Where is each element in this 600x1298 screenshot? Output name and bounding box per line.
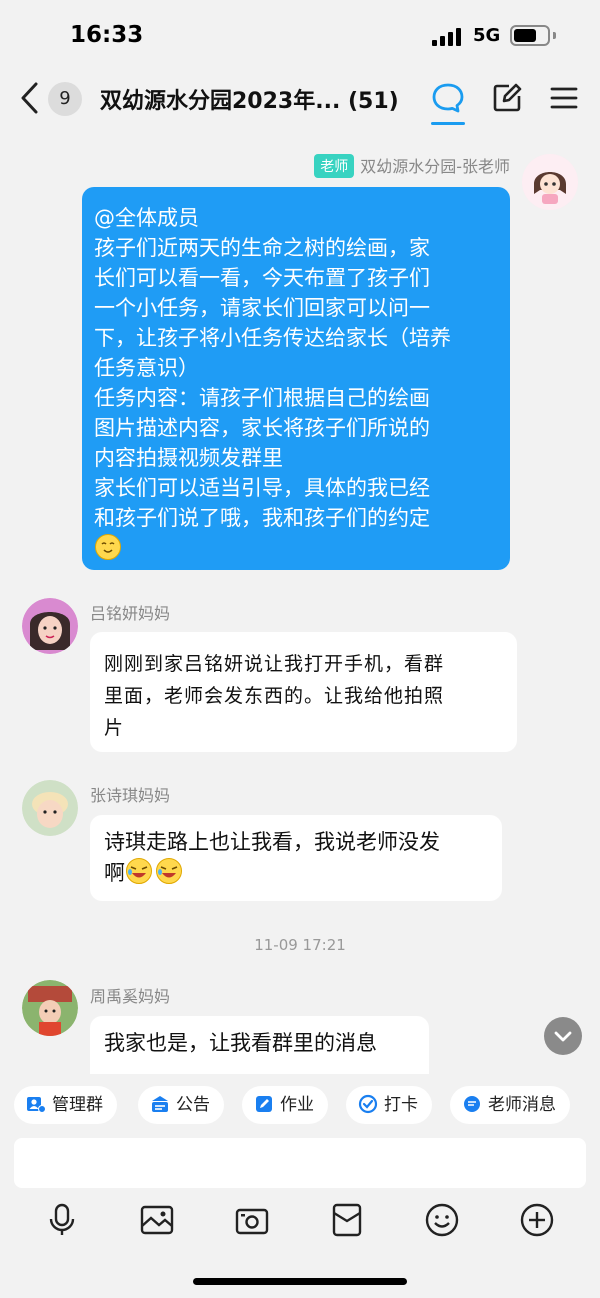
message-line: 一个小任务，请家长们回家可以问一 [94, 296, 430, 320]
message-line: 片 [104, 717, 125, 739]
message-line: 内容拍摄视频发群里 [94, 446, 283, 470]
chat-title[interactable]: 双幼源水分园2023年... (51) [100, 83, 399, 115]
role-tag: 老师 [314, 154, 355, 178]
battery-icon [510, 25, 550, 46]
chip-label: 打卡 [384, 1095, 418, 1115]
message-line: @全体成员 [94, 206, 199, 230]
message-timestamp: 11-09 17:21 [254, 936, 346, 954]
edit-icon[interactable] [489, 80, 525, 116]
message-line: 刚刚到家吕铭妍说让我打开手机，看群 [104, 653, 445, 675]
red-packet-icon[interactable] [329, 1202, 365, 1238]
active-tab-indicator [431, 122, 465, 125]
laugh-emoji-icon [126, 858, 152, 884]
message-line: 我家也是，让我看群里的消息 [104, 1031, 377, 1055]
home-indicator [193, 1278, 407, 1285]
manage-group-button[interactable]: 管理群 [14, 1086, 117, 1124]
image-icon[interactable] [139, 1202, 175, 1238]
avatar[interactable] [22, 780, 78, 836]
sender-info: 老师 双幼源水分园-张老师 [314, 153, 510, 178]
message-line: 家长们可以适当引导，具体的我已经 [94, 476, 430, 500]
announcement-button[interactable]: 公告 [138, 1086, 224, 1124]
message-bubble[interactable]: 我家也是，让我看群里的消息 [90, 1016, 429, 1074]
message-bubble[interactable]: @全体成员 孩子们近两天的生命之树的绘画，家 长们可以看一看，今天布置了孩子们 … [82, 187, 510, 570]
back-chevron-icon[interactable] [18, 80, 42, 116]
chip-label: 老师消息 [488, 1095, 556, 1115]
sender-name: 周禹奚妈妈 [90, 987, 171, 1006]
chip-label: 作业 [280, 1095, 314, 1115]
smile-emoji-icon [95, 534, 121, 560]
sender-name: 张诗琪妈妈 [90, 786, 171, 805]
sender-name: 吕铭妍妈妈 [90, 604, 171, 623]
message-line: 任务内容：请孩子们根据自己的绘画 [94, 386, 430, 410]
chat-bubble-icon[interactable] [430, 80, 466, 116]
message-line: 下，让孩子将小任务传达给家长（培养 [94, 326, 451, 350]
announcement-icon [152, 1096, 168, 1112]
microphone-icon[interactable] [44, 1202, 80, 1238]
message-line: 诗琪走路上也让我看，我说老师没发 [104, 830, 440, 854]
message-line: 里面，老师会发东西的。让我给他拍照 [104, 685, 445, 707]
member-count: (51) [347, 89, 399, 114]
message-bubble[interactable]: 刚刚到家吕铭妍说让我打开手机，看群 里面，老师会发东西的。让我给他拍照 片 [90, 632, 517, 752]
chevron-down-icon [554, 1031, 572, 1042]
chip-label: 管理群 [52, 1095, 103, 1115]
avatar[interactable] [22, 598, 78, 654]
homework-icon [256, 1096, 272, 1112]
group-name: 双幼源水分园2023年... [100, 89, 341, 114]
message-line: 孩子们近两天的生命之树的绘画，家 [94, 236, 430, 260]
signal-icon [432, 28, 462, 46]
plus-icon[interactable] [519, 1202, 555, 1238]
teacher-message-icon [464, 1096, 480, 1112]
avatar[interactable] [522, 154, 578, 210]
laugh-emoji-icon [156, 858, 182, 884]
check-in-button[interactable]: 打卡 [346, 1086, 432, 1124]
message-line: 啊 [104, 857, 488, 888]
avatar[interactable] [22, 980, 78, 1036]
chip-label: 公告 [176, 1095, 210, 1115]
sender-name: 双幼源水分园-张老师 [360, 157, 510, 176]
message-line: 长们可以看一看，今天布置了孩子们 [94, 266, 430, 290]
input-toolbar [0, 1194, 600, 1250]
emoji-icon[interactable] [424, 1202, 460, 1238]
manage-group-icon [27, 1097, 46, 1113]
message-line: 和孩子们说了哦，我和孩子们的约定 [94, 506, 430, 530]
unread-count-badge[interactable]: 9 [48, 82, 82, 116]
message-line: 图片描述内容，家长将孩子们所说的 [94, 416, 430, 440]
scroll-to-bottom-button[interactable] [544, 1017, 582, 1055]
quick-action-bar: 管理群 公告 作业 打卡 老师消息 [0, 1074, 600, 1136]
network-label: 5G [473, 25, 501, 46]
menu-icon[interactable] [546, 80, 582, 116]
message-input[interactable] [14, 1138, 586, 1188]
homework-button[interactable]: 作业 [242, 1086, 328, 1124]
chat-header: 9 双幼源水分园2023年... (51) [0, 70, 600, 128]
teacher-messages-button[interactable]: 老师消息 [450, 1086, 570, 1124]
status-time: 16:33 [70, 22, 144, 48]
check-in-icon [358, 1094, 378, 1114]
status-bar: 16:33 5G [0, 0, 600, 70]
camera-icon[interactable] [234, 1202, 270, 1238]
message-bubble[interactable]: 诗琪走路上也让我看，我说老师没发 啊 [90, 815, 502, 901]
message-line: 任务意识） [94, 356, 199, 380]
